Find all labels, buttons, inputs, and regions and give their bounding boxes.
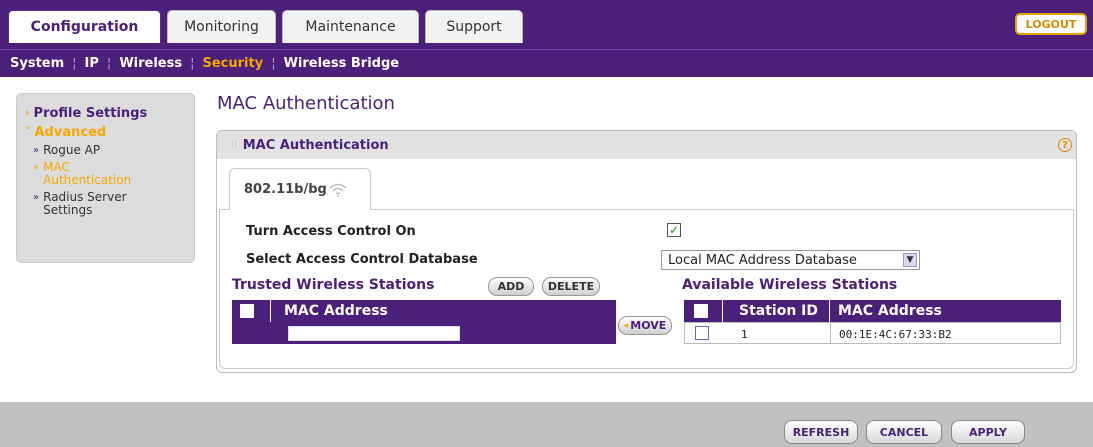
column-header-mac-address: MAC Address	[284, 303, 388, 319]
left-arrow-icon: ◂	[623, 320, 629, 331]
tab-monitoring[interactable]: Monitoring	[167, 10, 276, 43]
table-row[interactable]: 1 00:1E:4C:67:33:B2	[684, 322, 1061, 344]
subnav-ip[interactable]: IP	[77, 56, 107, 71]
tab-maintenance[interactable]: Maintenance	[282, 10, 419, 43]
double-chevron-icon: »	[33, 192, 40, 203]
subnav-security[interactable]: Security	[194, 56, 271, 71]
refresh-button[interactable]: REFRESH	[784, 420, 858, 444]
tab-radio-80211bg[interactable]: 802.11b/bg	[229, 168, 371, 210]
subnav-wireless[interactable]: Wireless	[111, 56, 190, 71]
grip-icon: ⁞⁞	[231, 140, 237, 150]
sidebar-item-label: Radius Server	[43, 190, 127, 204]
column-divider	[270, 300, 271, 322]
sidebar-item-label-group: Radius Server Settings	[43, 191, 126, 217]
subnav-system[interactable]: System	[10, 56, 72, 71]
column-divider	[830, 323, 831, 343]
sidebar-item-label-group: MAC Authentication	[43, 161, 131, 187]
move-button-label: MOVE	[630, 319, 667, 332]
select-db-label: Select Access Control Database	[246, 252, 478, 267]
column-header-station-id: Station ID	[739, 303, 819, 319]
tab-support[interactable]: Support	[425, 10, 523, 43]
sidebar-item-label: Profile Settings	[33, 106, 148, 121]
sidebar-item-label: Authentication	[43, 173, 132, 187]
station-id-cell: 1	[741, 328, 748, 341]
column-divider	[829, 300, 830, 322]
mac-address-cell: 00:1E:4C:67:33:B2	[839, 328, 952, 341]
chevron-right-icon: ›	[25, 106, 30, 119]
access-control-checkbox[interactable]: ✓	[667, 223, 681, 237]
select-all-trusted-checkbox[interactable]	[240, 304, 254, 318]
access-control-db-select[interactable]: Local MAC Address Database ▼	[661, 250, 920, 270]
wifi-icon	[329, 183, 347, 197]
double-chevron-icon: »	[33, 162, 40, 173]
sidebar-item-label: MAC	[43, 160, 70, 174]
column-header-mac-address: MAC Address	[838, 303, 942, 319]
turn-access-control-label: Turn Access Control On	[246, 224, 416, 239]
dropdown-arrow-icon[interactable]: ▼	[903, 253, 917, 267]
select-value: Local MAC Address Database	[668, 252, 857, 268]
cancel-button[interactable]: CANCEL	[866, 420, 942, 444]
top-tabs: Configuration Monitoring Maintenance Sup…	[0, 10, 529, 43]
select-all-available-checkbox[interactable]	[694, 304, 708, 318]
radio-tab-label: 802.11b/bg	[244, 182, 327, 197]
sidebar-item-advanced[interactable]: ˅ Advanced	[25, 125, 194, 140]
panel-header: ⁞⁞ MAC Authentication	[217, 131, 1076, 159]
radio-tab-body: Turn Access Control On ✓ Select Access C…	[219, 209, 1074, 369]
sidebar-item-label: Rogue AP	[43, 143, 101, 157]
trusted-table-row	[232, 322, 616, 344]
sidebar-item-radius-server-settings[interactable]: » Radius Server Settings	[25, 191, 194, 217]
row-checkbox[interactable]	[695, 326, 709, 340]
apply-button[interactable]: APPLY	[951, 420, 1025, 444]
subnav-wireless-bridge[interactable]: Wireless Bridge	[276, 56, 408, 71]
page-title: MAC Authentication	[217, 93, 395, 114]
delete-button[interactable]: DELETE	[542, 277, 600, 296]
sidebar: › Profile Settings ˅ Advanced » Rogue AP…	[16, 93, 195, 263]
move-button[interactable]: ◂ MOVE	[618, 316, 672, 335]
sidebar-item-label: Settings	[43, 203, 93, 217]
double-chevron-icon: »	[33, 145, 40, 156]
sidebar-item-profile-settings[interactable]: › Profile Settings	[25, 106, 194, 121]
add-button[interactable]: ADD	[488, 277, 534, 296]
mac-auth-panel: ⁞⁞ MAC Authentication ? 802.11b/bg Turn …	[216, 130, 1077, 373]
tab-configuration[interactable]: Configuration	[8, 10, 161, 43]
sidebar-item-rogue-ap[interactable]: » Rogue AP	[25, 144, 194, 157]
sidebar-item-label: Advanced	[34, 125, 107, 140]
mac-address-input[interactable]	[288, 326, 460, 341]
available-table-header: Station ID MAC Address	[684, 300, 1061, 322]
panel-title: MAC Authentication	[242, 137, 389, 153]
chevron-down-icon: ˅	[25, 125, 31, 138]
top-nav-bar: Configuration Monitoring Maintenance Sup…	[0, 0, 1093, 49]
sidebar-item-mac-authentication[interactable]: » MAC Authentication	[25, 161, 194, 187]
trusted-table-header: MAC Address	[232, 300, 616, 322]
column-divider	[722, 300, 723, 322]
trusted-stations-title: Trusted Wireless Stations	[232, 277, 435, 293]
help-icon[interactable]: ?	[1058, 138, 1072, 152]
available-stations-title: Available Wireless Stations	[682, 277, 898, 293]
sub-nav-bar: System ¦ IP ¦ Wireless ¦ Security ¦ Wire…	[0, 49, 1093, 77]
logout-button[interactable]: LOGOUT	[1015, 13, 1087, 35]
